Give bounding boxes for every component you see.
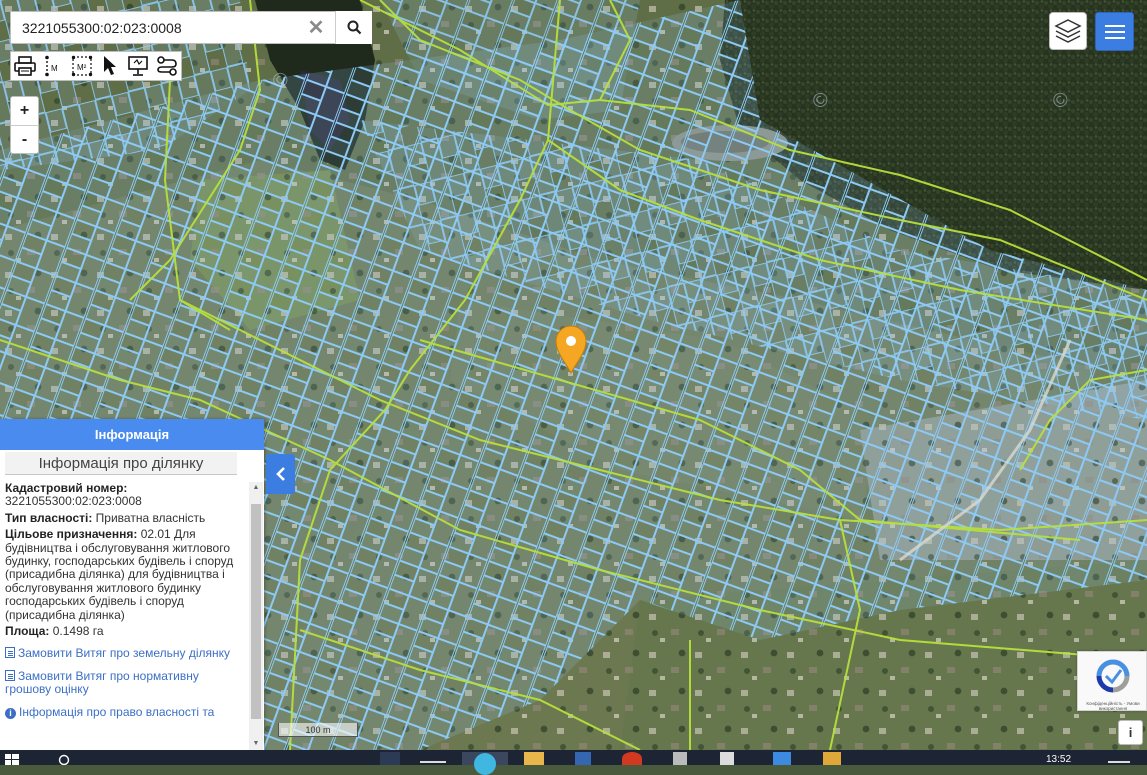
presentation-icon xyxy=(128,56,149,76)
order-land-extract-link[interactable]: Замовити Витяг про земельну ділянку xyxy=(5,647,243,660)
taskbar-app-icon[interactable] xyxy=(420,761,446,763)
cadastral-number-row: Кадастровий номер: 3221055300:02:023:000… xyxy=(5,481,243,509)
windows-start-icon[interactable] xyxy=(4,752,20,765)
taskbar-app-icon[interactable] xyxy=(575,752,591,765)
measure-line-icon: M xyxy=(45,55,58,77)
info-circle-icon: i xyxy=(5,707,16,719)
document-icon xyxy=(5,647,15,659)
print-icon xyxy=(14,56,36,76)
measure-line-button[interactable]: M xyxy=(39,52,67,80)
recaptcha-icon xyxy=(1096,659,1130,693)
scroll-thumb[interactable] xyxy=(251,504,261,719)
layers-button[interactable] xyxy=(1049,12,1087,50)
purpose-label: Цільове призначення: xyxy=(5,527,138,542)
area-label: Площа: xyxy=(5,624,50,639)
taskbar-app-icon[interactable] xyxy=(1108,761,1130,763)
svg-text:M²: M² xyxy=(77,63,87,72)
taskbar-app-icon[interactable] xyxy=(823,752,841,765)
search-input[interactable] xyxy=(11,12,307,43)
measure-area-icon: M² xyxy=(71,55,93,77)
collapse-panel-button[interactable] xyxy=(266,454,295,494)
hamburger-icon xyxy=(1104,24,1125,39)
ownership-label: Тип власності: xyxy=(5,510,93,525)
area-value: 0.1498 га xyxy=(52,624,104,639)
recaptcha-text: Конфіденційність - Умови використання xyxy=(1086,701,1140,711)
zoom-control: + - xyxy=(10,96,39,154)
search-bar: ✕ xyxy=(10,11,372,44)
panel-subtitle: Інформація про ділянку xyxy=(5,452,237,475)
cadastral-value: 3221055300:02:023:0008 xyxy=(5,494,142,509)
parcel-details: Кадастровий номер: 3221055300:02:023:000… xyxy=(5,481,243,728)
search-taskbar-icon[interactable] xyxy=(58,752,72,765)
taskbar-app-icon[interactable] xyxy=(380,752,400,765)
cadastral-label: Кадастровий номер: xyxy=(5,481,128,495)
panel-header: Інформація xyxy=(0,419,264,450)
clear-icon[interactable]: ✕ xyxy=(299,12,333,43)
purpose-row: Цільове призначення: 02.01 Для будівницт… xyxy=(5,527,243,622)
search-button[interactable] xyxy=(335,11,372,44)
menu-button[interactable] xyxy=(1095,12,1134,51)
scroll-down-arrow-icon[interactable]: ▼ xyxy=(249,738,263,750)
document-icon xyxy=(5,669,15,681)
route-icon xyxy=(156,56,177,76)
panel-scrollbar[interactable]: ▲ ▼ xyxy=(249,482,263,750)
print-button[interactable] xyxy=(11,52,39,80)
taskbar-clock: 13:52 xyxy=(1046,754,1072,765)
taskbar-app-icon[interactable] xyxy=(673,752,687,765)
purpose-value: 02.01 Для будівництва і обслуговування ж… xyxy=(5,527,234,622)
taskbar-app-icon[interactable] xyxy=(622,752,642,765)
chevron-left-icon xyxy=(275,467,285,481)
zoom-in-button[interactable]: + xyxy=(11,97,38,125)
os-taskbar xyxy=(0,750,1147,775)
presentation-button[interactable] xyxy=(124,52,152,80)
map-info-button[interactable]: i xyxy=(1118,720,1143,745)
search-icon xyxy=(347,20,361,35)
map-toolbar: M M² xyxy=(10,51,182,81)
ownership-value: Приватна власність xyxy=(95,510,206,525)
layers-icon xyxy=(1054,19,1082,43)
order-valuation-extract-link[interactable]: Замовити Витяг про нормативну грошову оц… xyxy=(5,669,243,697)
info-panel: Інформація Інформація про ділянку Кадаст… xyxy=(0,419,264,750)
folder-icon[interactable] xyxy=(524,752,544,765)
ownership-row: Тип власності: Приватна власність xyxy=(5,510,243,525)
pointer-icon xyxy=(104,56,117,75)
recaptcha-badge[interactable]: Конфіденційність - Умови використання xyxy=(1077,651,1147,711)
select-button[interactable] xyxy=(96,52,124,80)
taskbar-app-icon[interactable] xyxy=(720,752,734,765)
svg-text:M: M xyxy=(51,64,58,73)
scroll-up-arrow-icon[interactable]: ▲ xyxy=(249,482,263,494)
ownership-info-link[interactable]: i Інформація про право власності та xyxy=(5,705,243,719)
taskbar-app-icon[interactable] xyxy=(773,752,791,765)
scale-bar: 100 m xyxy=(278,723,358,737)
area-row: Площа: 0.1498 га xyxy=(5,624,243,639)
zoom-out-button[interactable]: - xyxy=(11,125,38,154)
chrome-icon[interactable] xyxy=(462,752,508,775)
measure-area-button[interactable]: M² xyxy=(68,52,96,80)
route-button[interactable] xyxy=(153,52,181,80)
